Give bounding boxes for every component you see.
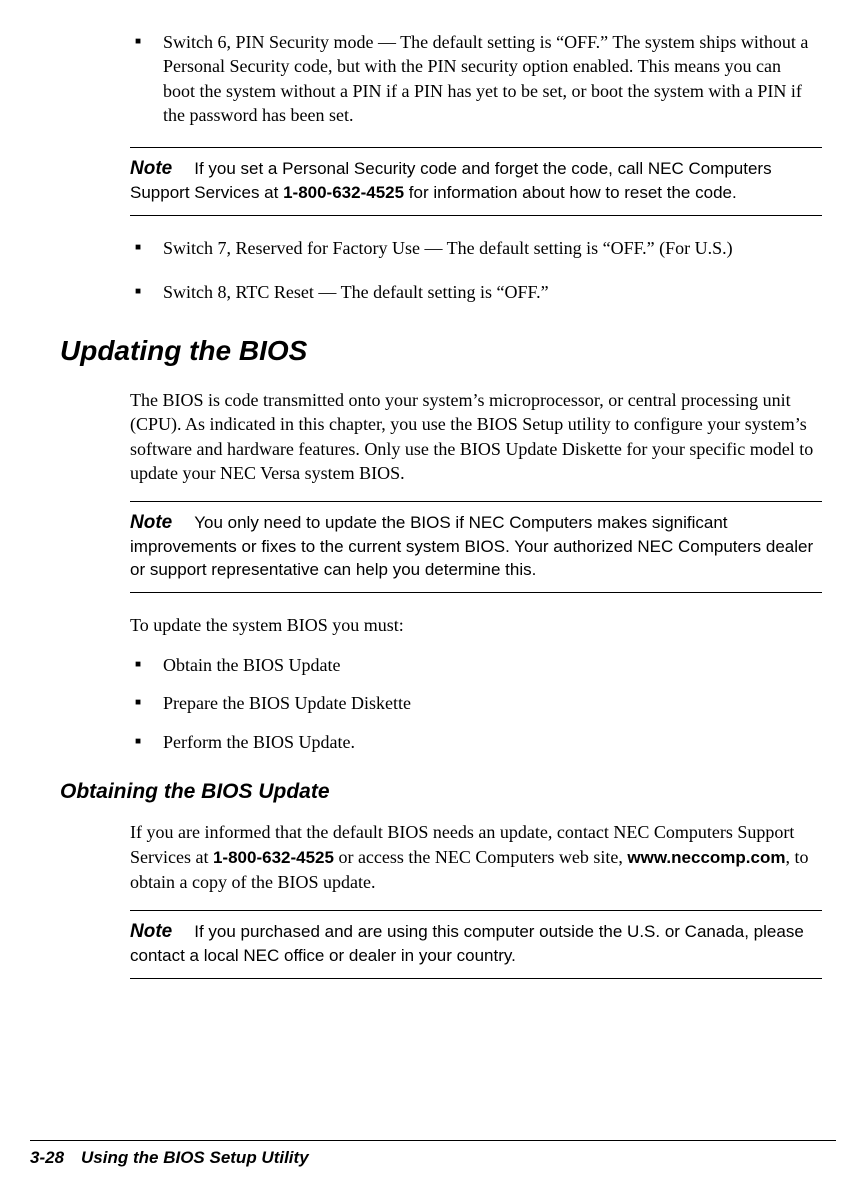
bullet-text: Switch 7, Reserved for Factory Use — The… <box>163 236 816 260</box>
steps-list: ■ Obtain the BIOS Update ■ Prepare the B… <box>135 653 816 754</box>
bullet-list-top: ■ Switch 6, PIN Security mode — The defa… <box>135 30 816 127</box>
note-box-intl: NoteIf you purchased and are using this … <box>130 910 822 979</box>
bullet-icon: ■ <box>135 653 163 677</box>
bullet-icon: ■ <box>135 730 163 754</box>
note-box-update: NoteYou only need to update the BIOS if … <box>130 501 822 593</box>
note-label: Note <box>130 512 172 533</box>
note-text-after: for information about how to reset the c… <box>404 183 737 202</box>
para-obtaining: If you are informed that the default BIO… <box>130 820 820 894</box>
note-label: Note <box>130 921 172 942</box>
note-label: Note <box>130 158 172 179</box>
para-updating: The BIOS is code transmitted onto your s… <box>130 388 820 485</box>
list-item: ■ Switch 8, RTC Reset — The default sett… <box>135 280 816 304</box>
list-item: ■ Switch 7, Reserved for Factory Use — T… <box>135 236 816 260</box>
website-url: www.neccomp.com <box>627 848 785 867</box>
list-item: ■ Switch 6, PIN Security mode — The defa… <box>135 30 816 127</box>
page-footer: 3-28 Using the BIOS Setup Utility <box>30 1140 836 1170</box>
note-phone: 1-800-632-4525 <box>283 183 404 202</box>
note-text: If you purchased and are using this comp… <box>130 922 804 965</box>
bullet-icon: ■ <box>135 280 163 304</box>
bullet-icon: ■ <box>135 691 163 715</box>
heading-updating-bios: Updating the BIOS <box>60 332 836 370</box>
step-text: Perform the BIOS Update. <box>163 730 816 754</box>
note-box-pin: NoteIf you set a Personal Security code … <box>130 147 822 216</box>
list-item: ■ Perform the BIOS Update. <box>135 730 816 754</box>
bullet-text: Switch 8, RTC Reset — The default settin… <box>163 280 816 304</box>
heading-obtaining: Obtaining the BIOS Update <box>60 778 836 806</box>
phone-number: 1-800-632-4525 <box>213 848 334 867</box>
bullet-list-mid: ■ Switch 7, Reserved for Factory Use — T… <box>135 236 816 305</box>
bullet-text: Switch 6, PIN Security mode — The defaul… <box>163 30 816 127</box>
bullet-icon: ■ <box>135 30 163 127</box>
para-steps-intro: To update the system BIOS you must: <box>130 613 820 637</box>
step-text: Prepare the BIOS Update Diskette <box>163 691 816 715</box>
list-item: ■ Prepare the BIOS Update Diskette <box>135 691 816 715</box>
note-text: You only need to update the BIOS if NEC … <box>130 513 813 579</box>
bullet-icon: ■ <box>135 236 163 260</box>
list-item: ■ Obtain the BIOS Update <box>135 653 816 677</box>
step-text: Obtain the BIOS Update <box>163 653 816 677</box>
para-text-mid: or access the NEC Computers web site, <box>334 847 627 867</box>
